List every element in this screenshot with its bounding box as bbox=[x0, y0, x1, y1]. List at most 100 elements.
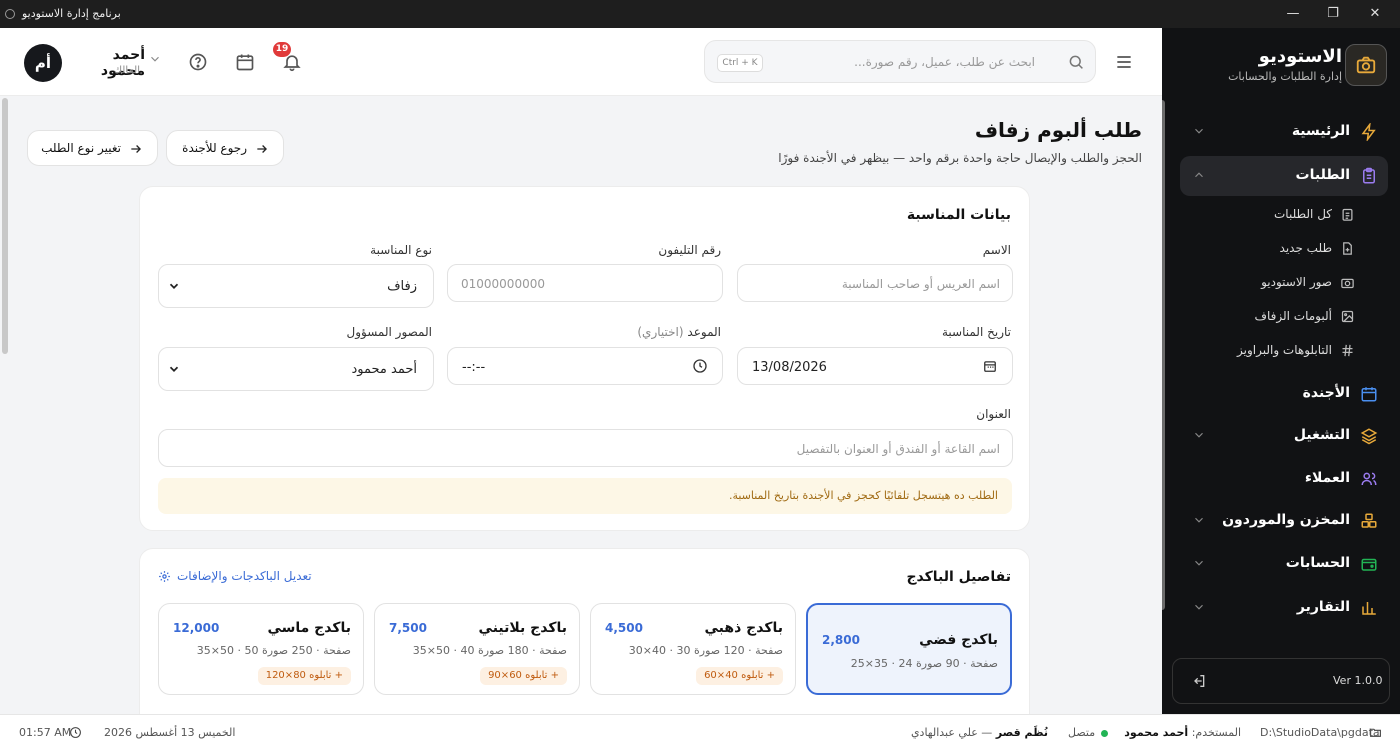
sidebar-item-accounts[interactable]: الحسابات bbox=[1180, 544, 1388, 584]
photographer-select[interactable]: أحمد محمود bbox=[158, 347, 434, 391]
verse-strong: نُظَم قصر bbox=[995, 726, 1048, 739]
back-to-agenda-button[interactable]: رجوع للأجندة bbox=[166, 130, 284, 166]
sidebar-item-home[interactable]: الرئيسية bbox=[1180, 112, 1388, 152]
package-name: باكدج ذهبي bbox=[704, 620, 783, 636]
status-user-value: أحمد محمود bbox=[1124, 726, 1189, 739]
sidebar-item-inventory[interactable]: المخزن والموردون bbox=[1180, 501, 1388, 541]
chevron-down-icon[interactable] bbox=[1192, 556, 1206, 570]
main-content: طلب ألبوم زفاف الحجز والطلب والإيصال حاج… bbox=[0, 96, 1162, 714]
sidebar-subitem-studio-photos[interactable]: صور الاستوديو bbox=[1180, 269, 1380, 297]
logout-icon[interactable] bbox=[1191, 673, 1207, 689]
minimize-icon[interactable]: — bbox=[1278, 4, 1308, 24]
sidebar-item-label: الطلبات bbox=[1295, 167, 1350, 183]
event-type-select[interactable]: زفاف bbox=[158, 264, 434, 308]
avatar[interactable]: أم bbox=[24, 44, 62, 82]
sidebar-item-reports[interactable]: التقارير bbox=[1180, 588, 1388, 628]
image-icon bbox=[1341, 310, 1354, 323]
sidebar-item-label: التقارير bbox=[1296, 599, 1350, 615]
package-tag: + تابلوه 40×60 bbox=[696, 667, 783, 685]
calendar-icon[interactable] bbox=[983, 359, 997, 373]
chevron-down-icon[interactable] bbox=[1192, 513, 1206, 527]
package-card-diamond[interactable]: باكدج ماسي 12,000 صفحة · 250 صورة 50 · 5… bbox=[158, 603, 364, 695]
search-icon bbox=[1069, 55, 1083, 69]
phone-label: رقم التليفون bbox=[658, 243, 721, 257]
sidebar-item-operations[interactable]: التشغيل bbox=[1180, 416, 1388, 456]
calendar-icon bbox=[1361, 387, 1377, 402]
main-scrollbar[interactable] bbox=[2, 98, 8, 354]
sidebar-item-orders[interactable]: الطلبات bbox=[1180, 156, 1388, 196]
name-field[interactable]: اسم العريس أو صاحب المناسبة bbox=[737, 264, 1013, 302]
address-label: العنوان bbox=[976, 407, 1011, 421]
package-price: 4,500 bbox=[605, 621, 643, 635]
clipboard-icon bbox=[1363, 167, 1375, 184]
sidebar-subitem-label: كل الطلبات bbox=[1274, 207, 1332, 221]
chevron-down-icon[interactable] bbox=[1192, 600, 1206, 614]
gear-icon bbox=[159, 570, 170, 582]
section-title: تفاصيل الباكدج bbox=[906, 569, 1011, 585]
sidebar-subitem-label: صور الاستوديو bbox=[1261, 275, 1332, 289]
camera-icon bbox=[1341, 278, 1354, 289]
sidebar-subitem-all-orders[interactable]: كل الطلبات bbox=[1180, 201, 1380, 229]
sidebar-subitem-wedding-albums[interactable]: ألبومات الزفاف bbox=[1180, 303, 1380, 331]
package-tag: + تابلوه 60×90 bbox=[480, 667, 567, 685]
menu-icon[interactable] bbox=[1114, 52, 1134, 72]
package-price: 7,500 bbox=[389, 621, 427, 635]
address-placeholder: اسم القاعة أو الفندق أو العنوان بالتفصيل bbox=[796, 442, 1000, 456]
sidebar-subitem-new-order[interactable]: طلب جديد bbox=[1180, 235, 1380, 263]
address-field[interactable]: اسم القاعة أو الفندق أو العنوان بالتفصيل bbox=[158, 429, 1013, 467]
name-label: الاسم bbox=[982, 243, 1011, 257]
event-date-field[interactable]: 13/08/2026 bbox=[737, 347, 1013, 385]
sidebar-subitem-label: التابلوهات والبراويز bbox=[1237, 343, 1332, 357]
agenda-note-text: الطلب ده هيتسجل تلقائيًا كحجز في الأجندة… bbox=[728, 489, 998, 502]
section-title: بيانات المناسبة bbox=[906, 207, 1011, 223]
close-icon[interactable]: ✕ bbox=[1360, 4, 1390, 24]
calendar-icon[interactable] bbox=[235, 52, 255, 72]
event-type-label: نوع المناسبة bbox=[370, 243, 432, 257]
sidebar-item-agenda[interactable]: الأجندة bbox=[1180, 374, 1388, 414]
clipboard-list-icon bbox=[1342, 208, 1353, 221]
help-icon[interactable] bbox=[188, 52, 208, 72]
time-label: الموعد (اختياري) bbox=[637, 325, 721, 339]
maximize-icon[interactable]: ❐ bbox=[1318, 4, 1348, 24]
package-name: باكدج بلاتيني bbox=[478, 620, 567, 636]
status-bar: D:\StudioData\pgdata المستخدم: أحمد محمو… bbox=[0, 714, 1400, 750]
clock-icon[interactable] bbox=[692, 358, 708, 374]
chevron-down-icon bbox=[169, 283, 179, 289]
sidebar-item-label: المخزن والموردون bbox=[1222, 512, 1350, 528]
package-price: 2,800 bbox=[822, 633, 860, 647]
sidebar-subitem-label: ألبومات الزفاف bbox=[1254, 309, 1332, 323]
sidebar-subitem-frames[interactable]: التابلوهات والبراويز bbox=[1180, 337, 1380, 365]
change-order-type-button[interactable]: تغيير نوع الطلب bbox=[27, 130, 158, 166]
change-order-type-label: تغيير نوع الطلب bbox=[41, 141, 121, 155]
time-label-text: الموعد bbox=[687, 325, 721, 339]
chevron-down-icon[interactable] bbox=[148, 52, 162, 66]
file-plus-icon bbox=[1343, 242, 1352, 255]
connection-status: متصل bbox=[1068, 726, 1096, 739]
version-label: Ver 1.0.0 bbox=[1333, 674, 1383, 687]
sidebar-item-label: العملاء bbox=[1304, 470, 1350, 486]
time-field[interactable]: --:-- bbox=[447, 347, 723, 385]
photographer-value: أحمد محمود bbox=[351, 362, 418, 377]
chevron-up-icon[interactable] bbox=[1192, 168, 1206, 182]
search-input[interactable] bbox=[775, 51, 1035, 73]
arrow-right-icon bbox=[131, 145, 141, 153]
chevron-down-icon[interactable] bbox=[1192, 428, 1206, 442]
edit-packages-link[interactable]: تعديل الباكدجات والإضافات bbox=[158, 569, 312, 583]
chevron-down-icon[interactable] bbox=[1192, 124, 1206, 138]
event-details-card: بيانات المناسبة الاسم اسم العريس أو صاحب… bbox=[139, 186, 1030, 531]
package-card-platinum[interactable]: باكدج بلاتيني 7,500 صفحة · 180 صورة 40 ·… bbox=[374, 603, 580, 695]
brand-subtitle: إدارة الطلبات والحسابات bbox=[1228, 70, 1342, 83]
connection-dot bbox=[1101, 730, 1108, 737]
layers-icon bbox=[1360, 428, 1378, 445]
brand-title: الاستوديو bbox=[1258, 46, 1342, 67]
sidebar-item-clients[interactable]: العملاء bbox=[1180, 459, 1388, 499]
edit-packages-label: تعديل الباكدجات والإضافات bbox=[177, 569, 312, 583]
arrow-right-icon bbox=[257, 145, 267, 153]
top-header: أم أحمد محمود المالك 19 Ctrl + K bbox=[0, 28, 1162, 96]
data-path: D:\StudioData\pgdata bbox=[1260, 726, 1380, 739]
package-card-silver[interactable]: باكدج فضي 2,800 صفحة · 90 صورة 24 · 35×2… bbox=[806, 603, 1012, 695]
phone-field[interactable]: 01000000000 bbox=[447, 264, 723, 302]
status-time: 01:57 AM bbox=[19, 726, 72, 739]
sidebar-item-label: الأجندة bbox=[1302, 385, 1350, 401]
package-card-gold[interactable]: باكدج ذهبي 4,500 صفحة · 120 صورة 30 · 40… bbox=[590, 603, 796, 695]
